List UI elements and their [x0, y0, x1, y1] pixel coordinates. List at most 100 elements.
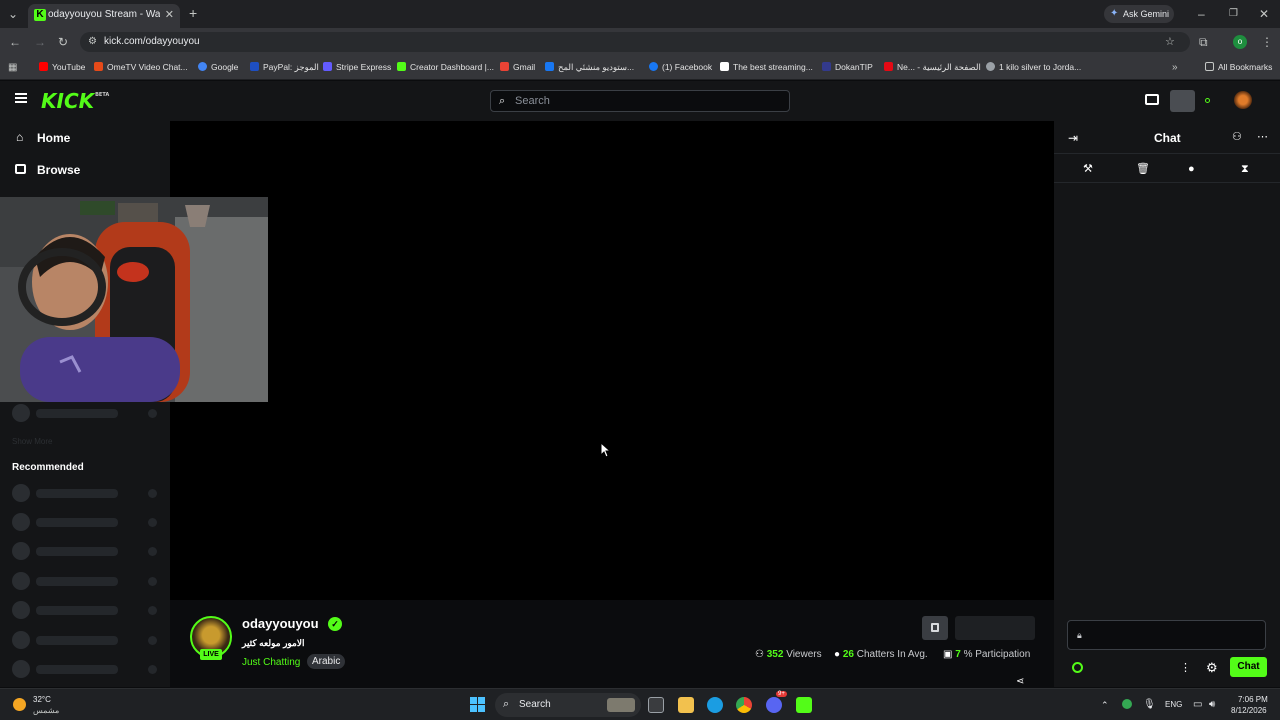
file-explorer-icon[interactable]: [678, 697, 694, 713]
stream-category[interactable]: Just Chatting: [242, 657, 300, 668]
ask-gemini-label: Ask Gemini: [1123, 9, 1170, 19]
forward-icon[interactable]: →: [34, 36, 46, 48]
taskbar-search[interactable]: ⌕ Search: [495, 693, 641, 717]
bookmark-creator-dashboard[interactable]: Creator Dashboard |...: [397, 62, 494, 72]
all-bookmarks[interactable]: All Bookmarks: [1205, 62, 1272, 72]
show-more-link[interactable]: Show More: [12, 437, 52, 446]
kick-app-icon[interactable]: [796, 697, 812, 713]
collapse-chat-icon[interactable]: ⇥: [1068, 132, 1078, 144]
gemini-icon: ✦: [1110, 8, 1119, 19]
skeleton-dot: [148, 409, 157, 418]
skeleton-line: [36, 547, 118, 556]
mod-toolbar: ⚒ 🗑︎ ● ⧗: [1054, 153, 1280, 183]
windows-start-icon[interactable]: [470, 697, 486, 713]
follow-button[interactable]: [955, 616, 1035, 640]
bookmark-streaming[interactable]: The best streaming...: [720, 62, 813, 72]
skeleton-line: [36, 409, 118, 418]
webcam-overlay: [0, 197, 268, 402]
tray-overflow-icon[interactable]: ⌃: [1101, 700, 1109, 711]
reload-icon[interactable]: ↻: [58, 36, 68, 48]
edge-icon[interactable]: [707, 697, 723, 713]
skeleton-line: [36, 606, 118, 615]
browse-icon: [15, 164, 26, 174]
sidebar-item-home[interactable]: ⌂ Home: [0, 127, 170, 149]
chat-settings-icon[interactable]: ⚙: [1206, 661, 1218, 674]
chat-panel: ⇥ Chat ⚇ ⋯ ⚒ 🗑︎ ● ⧗ 🔒︎ ⋮ ⚙ Chat: [1054, 121, 1280, 687]
slow-mode-icon[interactable]: ●: [1188, 164, 1195, 175]
language-indicator[interactable]: ENG: [1165, 700, 1182, 709]
volume-icon[interactable]: 🔊︎: [1209, 699, 1215, 710]
search-highlight-image: [607, 698, 635, 712]
bookmark-ometv[interactable]: OmeTV Video Chat...: [94, 62, 188, 72]
globe-icon: [986, 62, 995, 71]
weather-sun-icon[interactable]: [13, 698, 26, 711]
close-window-icon[interactable]: ✕: [1259, 8, 1269, 20]
search-icon: ⌕: [499, 95, 506, 107]
channel-username[interactable]: odayyouyou: [242, 616, 319, 631]
back-icon[interactable]: ←: [9, 36, 21, 48]
skeleton-avatar: [12, 572, 30, 590]
share-icon[interactable]: ⋖: [1016, 676, 1024, 687]
search-input[interactable]: ⌕ Search: [490, 90, 790, 112]
chat-users-icon[interactable]: ⚇: [1232, 132, 1242, 143]
microphone-icon[interactable]: 🎙︎: [1143, 699, 1156, 710]
stripe-icon: [323, 62, 332, 71]
clock-date[interactable]: 8/12/2026: [1231, 706, 1267, 715]
task-view-icon[interactable]: [648, 697, 664, 713]
video-player[interactable]: [170, 121, 1054, 600]
bookmark-youtube[interactable]: YouTube: [39, 62, 85, 72]
browser-tab[interactable]: K odayyouyou Stream - Watch Li... ✕: [28, 4, 180, 28]
bookmark-paypal[interactable]: PayPal: الموجز: [250, 62, 319, 73]
bookmark-google[interactable]: Google: [198, 62, 238, 72]
kick-icon: [397, 62, 406, 71]
bookmark-star-icon[interactable]: ☆: [1165, 35, 1175, 48]
skeleton-dot: [148, 547, 157, 556]
kick-points-icon[interactable]: [1072, 662, 1083, 673]
extensions-icon[interactable]: ⧉: [1199, 36, 1208, 48]
minimize-icon[interactable]: –: [1198, 8, 1205, 20]
bookmark-gmail[interactable]: Gmail: [500, 62, 535, 72]
skeleton-line: [36, 577, 118, 586]
profile-avatar[interactable]: o: [1233, 35, 1247, 49]
user-avatar[interactable]: [1234, 91, 1252, 109]
send-chat-button[interactable]: Chat: [1230, 657, 1267, 677]
bookmark-facebook[interactable]: (1) Facebook: [649, 62, 712, 72]
more-bookmarks-icon[interactable]: »: [1172, 62, 1178, 74]
site-info-icon[interactable]: ⚙: [88, 36, 97, 47]
bookmark-dokantip[interactable]: DokanTIP: [822, 62, 873, 72]
sidebar-item-label: Home: [37, 131, 71, 145]
timeout-icon[interactable]: ⧗: [1241, 164, 1249, 175]
folder-icon: [1205, 62, 1214, 71]
ban-hammer-icon[interactable]: ⚒: [1083, 164, 1093, 175]
notifications-button[interactable]: [1170, 90, 1195, 112]
viewers-stat: ⚇ 352 Viewers: [755, 649, 822, 660]
restore-icon[interactable]: ❐: [1229, 8, 1238, 20]
apps-icon[interactable]: ▦: [8, 62, 17, 74]
network-icon[interactable]: ▭: [1193, 699, 1202, 710]
kick-logo[interactable]: KICKBETA: [41, 89, 109, 113]
language-tag[interactable]: Arabic: [307, 654, 346, 669]
chat-message-input[interactable]: 🔒︎: [1067, 620, 1266, 650]
clip-button[interactable]: [922, 616, 948, 640]
stream-manager-icon[interactable]: [1145, 94, 1159, 105]
tray-app-icon[interactable]: [1122, 699, 1132, 709]
chat-options-icon[interactable]: ⋮: [1180, 663, 1191, 674]
clock-time[interactable]: 7:06 PM: [1238, 695, 1268, 704]
url-field[interactable]: ⚙ kick.com/odayyouyou ☆: [80, 32, 1190, 52]
discord-icon[interactable]: [766, 697, 782, 713]
chat-more-icon[interactable]: ⋯: [1257, 132, 1268, 143]
hamburger-menu-icon[interactable]: [15, 93, 27, 103]
new-tab-button[interactable]: +: [189, 6, 197, 20]
close-tab-icon[interactable]: ✕: [165, 8, 174, 21]
browser-menu-icon[interactable]: ⋮: [1261, 36, 1273, 48]
bookmark-creator-studio[interactable]: ستوديو منشئي المح...: [545, 62, 634, 73]
ask-gemini-button[interactable]: ✦ Ask Gemini: [1104, 5, 1174, 23]
bookmark-silver[interactable]: 1 kilo silver to Jorda...: [986, 62, 1081, 72]
chrome-icon[interactable]: [736, 697, 752, 713]
tab-title: odayyouyou Stream - Watch Li...: [48, 9, 160, 20]
clear-chat-icon[interactable]: 🗑︎: [1136, 164, 1150, 175]
tab-search-icon[interactable]: ⌄: [8, 8, 18, 20]
bookmark-netflix[interactable]: Ne... - الصفحة الرئيسية: [884, 62, 981, 73]
sidebar-item-browse[interactable]: Browse: [0, 159, 170, 181]
bookmark-stripe[interactable]: Stripe Express: [323, 62, 391, 72]
